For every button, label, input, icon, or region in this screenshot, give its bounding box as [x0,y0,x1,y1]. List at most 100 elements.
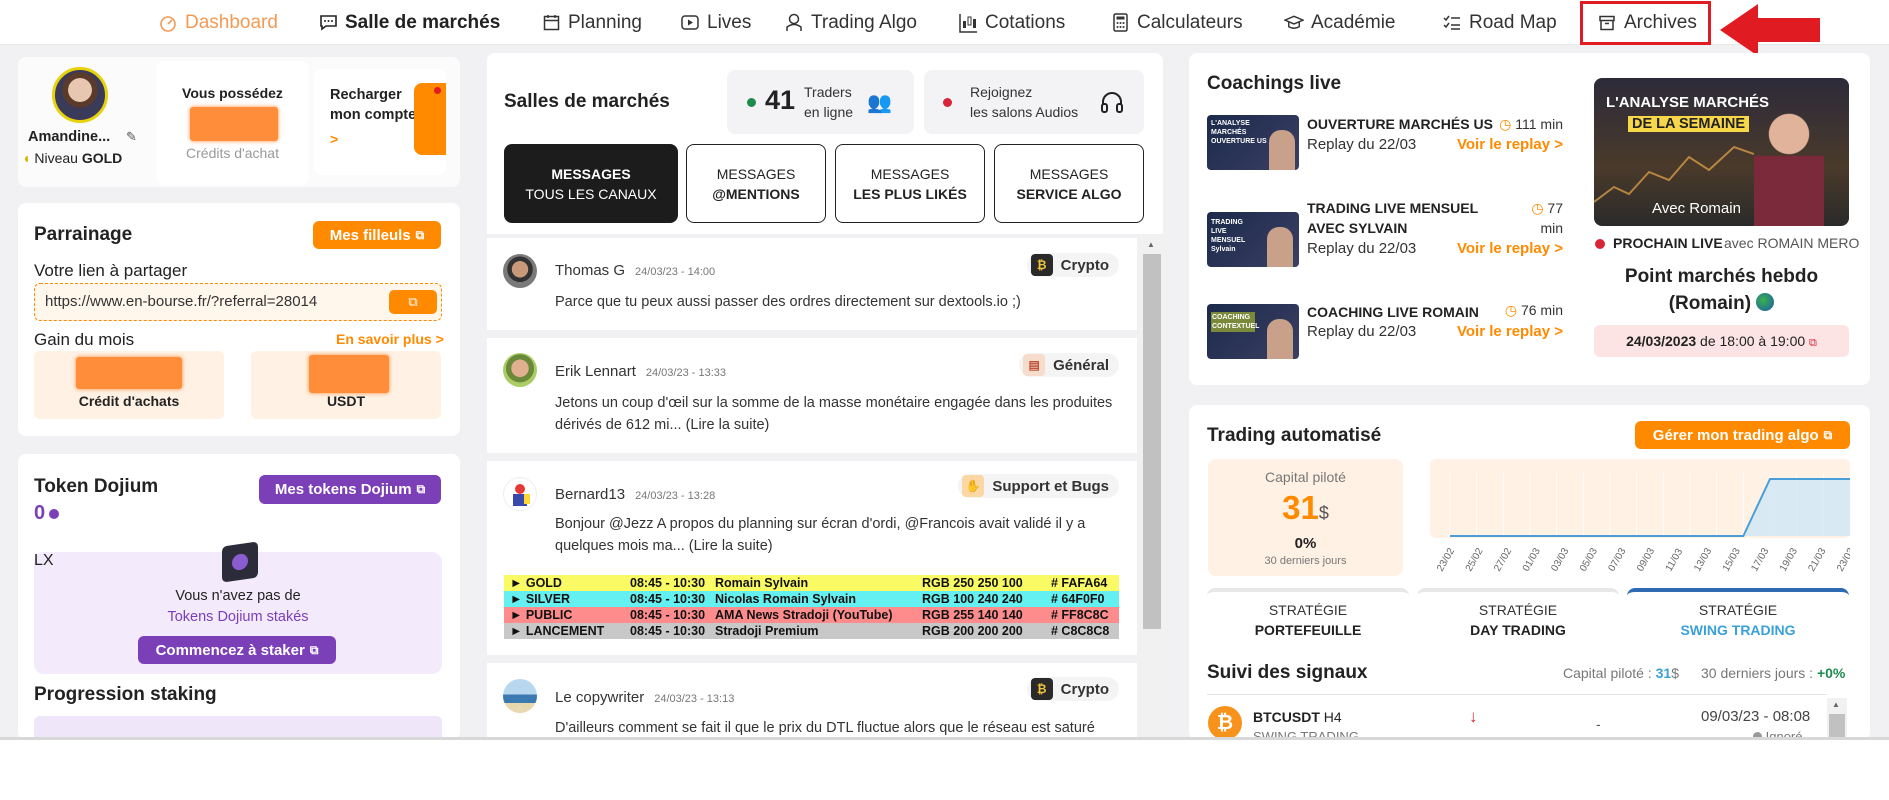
replay-link[interactable]: Voir le replay > [1457,240,1563,257]
next-live-date[interactable]: 24/03/2023 de 18:00 à 19:00 ⧉ [1594,325,1849,357]
tab-most-liked[interactable]: MESSAGES LES PLUS LIKÉS [835,144,985,223]
coaching-duration: ◷ 111 min [1499,116,1563,133]
nav-cotations[interactable]: Cotations [958,0,1065,45]
nav-label: Cotations [985,11,1066,33]
tab-mentions[interactable]: MESSAGES @MENTIONS [686,144,826,223]
featured-live-image[interactable]: L'ANALYSE MARCHÉS DE LA SEMAINE Avec Rom… [1594,78,1849,226]
nav-calculateurs[interactable]: Calculateurs [1110,0,1243,45]
tab-service-algo[interactable]: MESSAGES SERVICE ALGO [994,144,1144,223]
token-count-value: 0 [34,502,46,524]
next-live-label: PROCHAIN LIVE [1613,235,1723,251]
start-staking-button[interactable]: Commencez à staker ⧉ [138,636,336,664]
message-text: Jetons un coup d'œil sur la somme de la … [555,395,1113,433]
avatar[interactable] [52,67,108,123]
nav-dashboard[interactable]: Dashboard [158,0,278,45]
audio-rooms-box[interactable]: Rejoignez les salons Audios [924,70,1144,134]
message-item[interactable]: Le copywriter 24/03/23 - 13:13 ₿ Crypto D'… [487,663,1137,740]
signal-row[interactable]: ₿ BTCUSDT H4 SWING TRADING ↓ - 09/03/23 … [1207,698,1827,740]
my-tokens-button[interactable]: Mes tokens Dojium ⧉ [259,475,441,504]
coaching-item[interactable]: COACHING CONTEXTUEL COACHING LIVE ROMAIN… [1207,296,1569,382]
referral-link-field[interactable]: https://www.en-bourse.fr/?referral=28014… [34,283,442,321]
pair-text: BTCUSDT [1253,709,1320,725]
wallet-icon [414,83,446,155]
message-meta: Bernard13 24/03/23 - 13:28 [555,486,715,504]
planning-cell: RGB 250 250 100 [922,576,1023,590]
signals-scrollbar[interactable]: ▲ [1827,698,1847,740]
coaching-item-title: TRADING LIVE MENSUEL AVEC SYLVAIN [1307,200,1478,236]
signals-title: Suivi des signaux [1207,662,1368,683]
clock-icon: ◷ [1504,302,1521,318]
recharge-box[interactable]: Recharger mon compte > [314,69,446,175]
scrollbar-thumb[interactable] [1143,254,1161,629]
x-tick-label: 09/03 [1635,546,1657,574]
nav-lives[interactable]: Lives [680,0,751,45]
external-link-icon: ⧉ [415,227,425,242]
button-label: Mes tokens Dojium [274,481,412,498]
button-label: Commencez à staker [155,641,305,659]
next-title-text: Point marchés hebdo (Romain) [1624,266,1819,314]
channel-name: Crypto [1060,680,1109,698]
coaching-item[interactable]: TRADING LIVE MENSUEL Sylvain TRADING LIV… [1207,196,1569,290]
nav-label: Salle de marchés [345,11,501,33]
message-item[interactable]: Bernard13 24/03/23 - 13:28 ✋ Support et Bu… [487,461,1137,655]
learn-more-link[interactable]: En savoir plus > [336,331,444,347]
credit-label: Crédit d'achats [78,393,180,409]
channel-chip[interactable]: ₿ Crypto [1026,253,1119,277]
owned-sub: Crédits d'achat [186,145,279,161]
message-date: 24/03/23 - 13:33 [645,367,726,379]
x-tick-label: 01/03 [1521,546,1543,574]
planning-table-image: ► GOLD 08:45 - 10:30 Romain Sylvain RGB 250… [504,575,1119,641]
scroll-up-icon[interactable]: ▲ [1832,700,1840,709]
bottom-border [0,737,1889,740]
manage-algo-button[interactable]: Gérer mon trading algo ⧉ [1635,421,1850,449]
capital-unit: $ [1318,503,1329,523]
coaching-thumbnail: COACHING CONTEXTUEL [1207,304,1299,359]
avatar [503,254,537,288]
feature-line1: L'ANALYSE MARCHÉS [1606,94,1770,111]
edit-pencil-icon[interactable]: ✎ [126,129,137,145]
channel-name: Support et Bugs [992,477,1109,495]
signals-capital-value: 31 [1655,665,1672,681]
strategy-portfolio-tab[interactable]: STRATÉGIE PORTEFEUILLE [1207,588,1409,649]
message-item[interactable]: Erik Lennart 24/03/23 - 13:33 ▤ Général Je… [487,338,1137,453]
planning-cell: 08:45 - 10:30 [630,592,706,606]
scroll-up-icon[interactable]: ▲ [1147,240,1155,249]
planning-row: ► LANCEMENT 08:45 - 10:30 Stradoji Premium… [504,623,1119,639]
x-tick-label: 27/02 [1492,546,1514,574]
signal-pair: BTCUSDT H4 [1253,709,1342,725]
message-date: 24/03/23 - 14:00 [635,266,716,278]
channel-chip[interactable]: ₿ Crypto [1026,677,1119,701]
replay-link[interactable]: Voir le replay > [1457,136,1563,153]
coaching-item[interactable]: L'ANALYSE MARCHÉS OUVERTURE US OUVERTURE… [1207,107,1569,193]
channel-chip[interactable]: ▤ Général [1019,353,1119,377]
coaching-replay: Replay du 22/03 [1307,240,1417,257]
graduation-cap-icon [1284,13,1304,33]
nav-trading-algo[interactable]: Trading Algo [784,0,917,45]
nav-planning[interactable]: Planning [541,0,642,45]
coaching-replay: Replay du 22/03 [1307,323,1417,340]
duration-value: 111 min [1515,116,1563,132]
tab-bottom: TOUS LES CANAUX [525,185,657,202]
tab-all-channels[interactable]: MESSAGES TOUS LES CANAUX [504,144,678,223]
coaching-item-title: COACHING LIVE ROMAIN [1307,304,1479,320]
my-referrals-button[interactable]: Mes filleuls ⧉ [313,221,441,249]
nav-road-map[interactable]: Road Map [1442,0,1557,45]
message-scrollbar[interactable]: ▲ [1141,234,1163,740]
channel-chip[interactable]: ✋ Support et Bugs [958,474,1119,498]
strategy-swing-trading-tab[interactable]: STRATÉGIE SWING TRADING [1627,588,1849,649]
avatar [503,353,537,387]
message-item[interactable]: Thomas G 24/03/23 - 14:00 ₿ Crypto Parce q… [487,238,1137,330]
next-live-with: avec ROMAIN MERO [1724,235,1860,251]
copy-icon[interactable]: ⧉ [389,290,437,314]
strategy-day-trading-tab[interactable]: STRATÉGIE DAY TRADING [1417,588,1619,649]
capital-label: Capital piloté [1265,469,1346,485]
button-label: Gérer mon trading algo [1652,426,1819,444]
nav-salle-de-marches[interactable]: Salle de marchés [318,0,500,45]
replay-link[interactable]: Voir le replay > [1457,323,1563,340]
arrow-down-icon: ↓ [1469,707,1478,726]
app-root: Dashboard Salle de marchés Planning Live… [0,0,1889,800]
nav-label: Calculateurs [1137,11,1243,33]
nav-academie[interactable]: Académie [1284,0,1396,45]
token-title: Token Dojium [34,476,159,497]
strategy-top: STRATÉGIE [1478,602,1558,618]
